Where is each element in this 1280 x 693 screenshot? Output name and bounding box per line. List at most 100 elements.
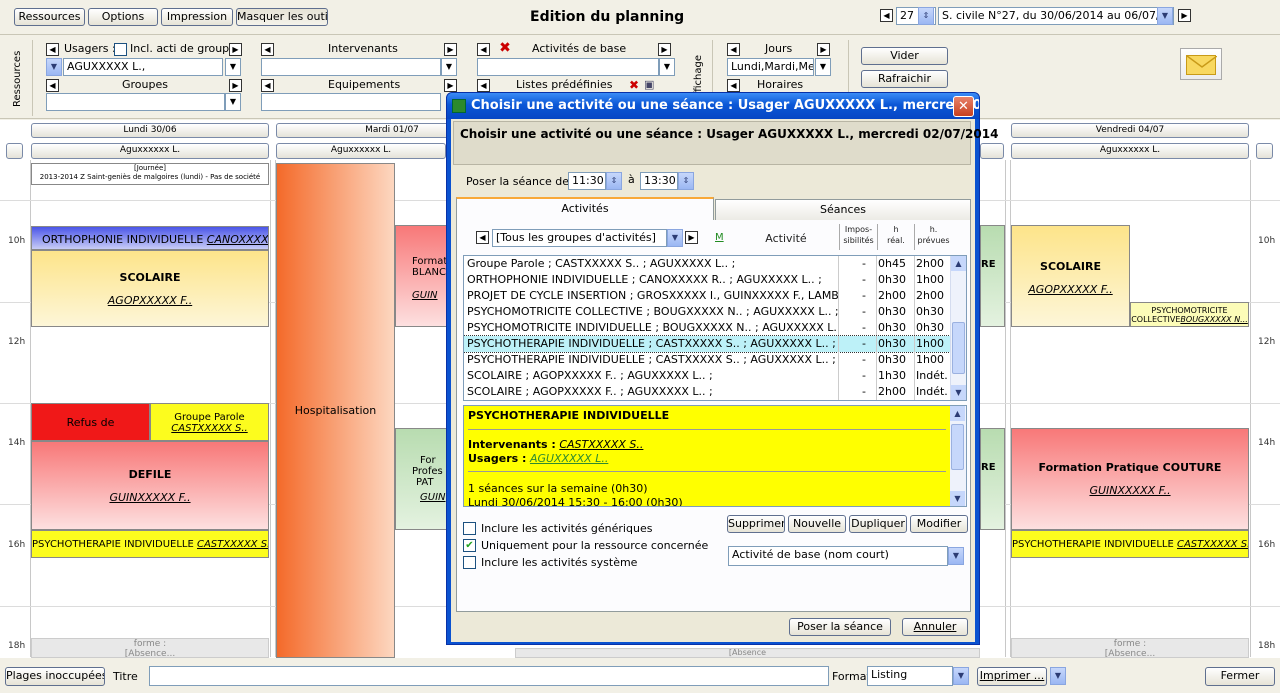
titre-input[interactable]	[149, 666, 829, 686]
prev-group-arrow-icon[interactable]: ◀	[476, 231, 489, 244]
next-equipement-arrow-icon[interactable]: ▶	[444, 79, 457, 92]
scroll-down-icon[interactable]: ▼	[950, 491, 965, 506]
user-header-mardi[interactable]: Aguxxxxxx L.	[276, 143, 446, 159]
close-icon[interactable]: ✕	[953, 96, 974, 117]
event-psychomotricite[interactable]: PSYCHOMOTRICITE COLLECTIVEBOUGXXXXX N...	[1130, 302, 1249, 327]
plages-inoccupees-button[interactable]: Plages inoccupées	[5, 667, 105, 686]
user-header-jeudi[interactable]	[980, 143, 1004, 159]
chevron-down-icon[interactable]: ▼	[1050, 667, 1066, 685]
format-select[interactable]: Listing	[867, 666, 953, 686]
time-to-spin-icon[interactable]: ⇕	[678, 172, 694, 190]
groupes-field[interactable]	[46, 93, 225, 111]
ressources-button[interactable]: Ressources	[14, 8, 85, 26]
prev-horaire-arrow-icon[interactable]: ◀	[727, 79, 740, 92]
jours-field[interactable]: Lundi,Mardi,Merc	[727, 58, 814, 76]
prev-week-arrow-icon[interactable]: ◀	[880, 9, 893, 22]
detail-scrollbar[interactable]: ▲ ▼	[950, 406, 966, 506]
imprimer-button[interactable]: Imprimer ...	[977, 667, 1047, 686]
user-header-vendredi[interactable]: Aguxxxxxx L.	[1011, 143, 1249, 159]
event-couture[interactable]: Formation Pratique COUTURE GUINXXXXX F..	[1011, 428, 1249, 530]
chevron-down-icon[interactable]: ▼	[1157, 7, 1173, 25]
col-hreal-header[interactable]: h réal.	[877, 224, 914, 250]
tab-seances[interactable]: Séances	[715, 199, 971, 221]
generiques-checkbox[interactable]	[463, 522, 476, 535]
vider-button[interactable]: Vider	[861, 47, 948, 65]
supprimer-button[interactable]: Supprimer	[727, 515, 785, 533]
next-groupe-arrow-icon[interactable]: ▶	[229, 79, 242, 92]
event-absence-mid[interactable]: [Absence	[515, 648, 980, 658]
event-absence-vendredi[interactable]: forme : [Absence...	[1011, 638, 1249, 658]
intervenants-field[interactable]	[261, 58, 441, 76]
event-orthophonie[interactable]: ORTHOPHONIE INDIVIDUELLE CANOXXXXX R...	[31, 226, 269, 250]
time-from-spin-icon[interactable]: ⇕	[606, 172, 622, 190]
chevron-down-icon[interactable]: ▼	[953, 667, 969, 685]
options-button[interactable]: Options	[88, 8, 158, 26]
activity-row[interactable]: ORTHOPHONIE INDIVIDUELLE ; CANOXXXXX R..…	[464, 272, 950, 288]
event-jeudi-a[interactable]: RE	[980, 225, 1005, 327]
masquer-outils-button[interactable]: Masquer les outils	[236, 8, 328, 26]
chevron-down-icon[interactable]: ▼	[225, 93, 241, 111]
event-defile[interactable]: DEFILE GUINXXXXX F..	[31, 441, 269, 530]
poser-seance-button[interactable]: Poser la séance	[789, 618, 891, 636]
scroll-down-icon[interactable]: ▼	[951, 385, 966, 400]
sort-select[interactable]: Activité de base (nom court)	[728, 546, 948, 566]
event-formation-mardi[interactable]: Formatio BLANC GUIN	[395, 225, 447, 327]
time-from-input[interactable]: 11:30	[568, 172, 606, 190]
event-hospitalisation[interactable]: Hospitalisation	[276, 163, 395, 658]
usager-toggle-icon[interactable]: ▼	[46, 58, 62, 76]
event-journee[interactable]: [Journée] 2013-2014 Z Saint-geniès de ma…	[31, 163, 269, 185]
next-jour-arrow-icon[interactable]: ▶	[817, 43, 830, 56]
detail-intervenants[interactable]: CASTXXXXX S..	[559, 438, 643, 451]
day-header-lundi[interactable]: Lundi 30/06	[31, 123, 269, 138]
dupliquer-button[interactable]: Dupliquer	[849, 515, 907, 533]
clear-filter-icon[interactable]: ✖	[496, 40, 514, 57]
corner-checkbox-right[interactable]	[1256, 143, 1273, 159]
save-list-icon[interactable]: ▣	[644, 78, 654, 91]
prev-groupe-arrow-icon[interactable]: ◀	[46, 79, 59, 92]
event-refus[interactable]: Refus de participation	[31, 403, 150, 441]
prev-intervenant-arrow-icon[interactable]: ◀	[261, 43, 274, 56]
group-filter-select[interactable]: [Tous les groupes d'activités]	[492, 229, 667, 247]
detail-usagers[interactable]: AGUXXXXX L..	[530, 452, 608, 465]
next-usager-arrow-icon[interactable]: ▶	[229, 43, 242, 56]
prev-usager-arrow-icon[interactable]: ◀	[46, 43, 59, 56]
list-scrollbar[interactable]: ▲ ▼	[950, 256, 966, 400]
activity-row[interactable]: PSYCHOTHERAPIE INDIVIDUELLE ; CASTXXXXX …	[464, 335, 951, 353]
activity-row[interactable]: Groupe Parole ; CASTXXXXX S.. ; AGUXXXXX…	[464, 256, 950, 272]
rafraichir-button[interactable]: Rafraichir	[861, 70, 948, 88]
scroll-up-icon[interactable]: ▲	[951, 256, 966, 271]
tab-activites[interactable]: Activités	[456, 197, 714, 221]
scroll-up-icon[interactable]: ▲	[950, 406, 965, 421]
uniquement-checkbox[interactable]: ✔	[463, 539, 476, 552]
event-psycho-lundi[interactable]: PSYCHOTHERAPIE INDIVIDUELLE CASTXXXXX S.…	[31, 530, 269, 558]
annuler-button[interactable]: Annuler	[902, 618, 968, 636]
prev-liste-arrow-icon[interactable]: ◀	[477, 79, 490, 92]
equipements-field[interactable]	[261, 93, 441, 111]
systeme-checkbox[interactable]	[463, 556, 476, 569]
prev-activite-arrow-icon[interactable]: ◀	[477, 43, 490, 56]
next-activite-arrow-icon[interactable]: ▶	[658, 43, 671, 56]
user-header-lundi[interactable]: Aguxxxxxx L.	[31, 143, 269, 159]
fermer-button[interactable]: Fermer	[1205, 667, 1275, 686]
corner-checkbox[interactable]	[6, 143, 23, 159]
event-formation-pro[interactable]: For Profes PAT GUIN	[395, 428, 447, 530]
activites-base-field[interactable]	[477, 58, 659, 76]
impression-button[interactable]: Impression	[161, 8, 233, 26]
day-header-vendredi[interactable]: Vendredi 04/07	[1011, 123, 1249, 138]
prev-equipement-arrow-icon[interactable]: ◀	[261, 79, 274, 92]
col-imposs-header[interactable]: Impos- sibilités	[839, 224, 877, 250]
col-activite-header[interactable]: Activité	[731, 232, 841, 245]
event-groupe-parole[interactable]: Groupe Parole CASTXXXXX S..	[150, 403, 269, 441]
modifier-button[interactable]: Modifier	[910, 515, 968, 533]
chevron-down-icon[interactable]: ▼	[659, 58, 675, 76]
prev-jour-arrow-icon[interactable]: ◀	[727, 43, 740, 56]
dialog-titlebar[interactable]: Choisir une activité ou une séance : Usa…	[447, 93, 979, 119]
event-absence-lundi[interactable]: forme : [Absence...	[31, 638, 269, 658]
chevron-down-icon[interactable]: ▼	[815, 58, 831, 76]
incl-acti-checkbox[interactable]	[114, 43, 127, 56]
activity-row[interactable]: PSYCHOMOTRICITE INDIVIDUELLE ; BOUGXXXXX…	[464, 320, 950, 336]
next-week-arrow-icon[interactable]: ▶	[1178, 9, 1191, 22]
delete-list-icon[interactable]: ✖	[629, 78, 639, 92]
col-hprev-header[interactable]: h. prévues	[914, 224, 952, 250]
next-intervenant-arrow-icon[interactable]: ▶	[444, 43, 457, 56]
